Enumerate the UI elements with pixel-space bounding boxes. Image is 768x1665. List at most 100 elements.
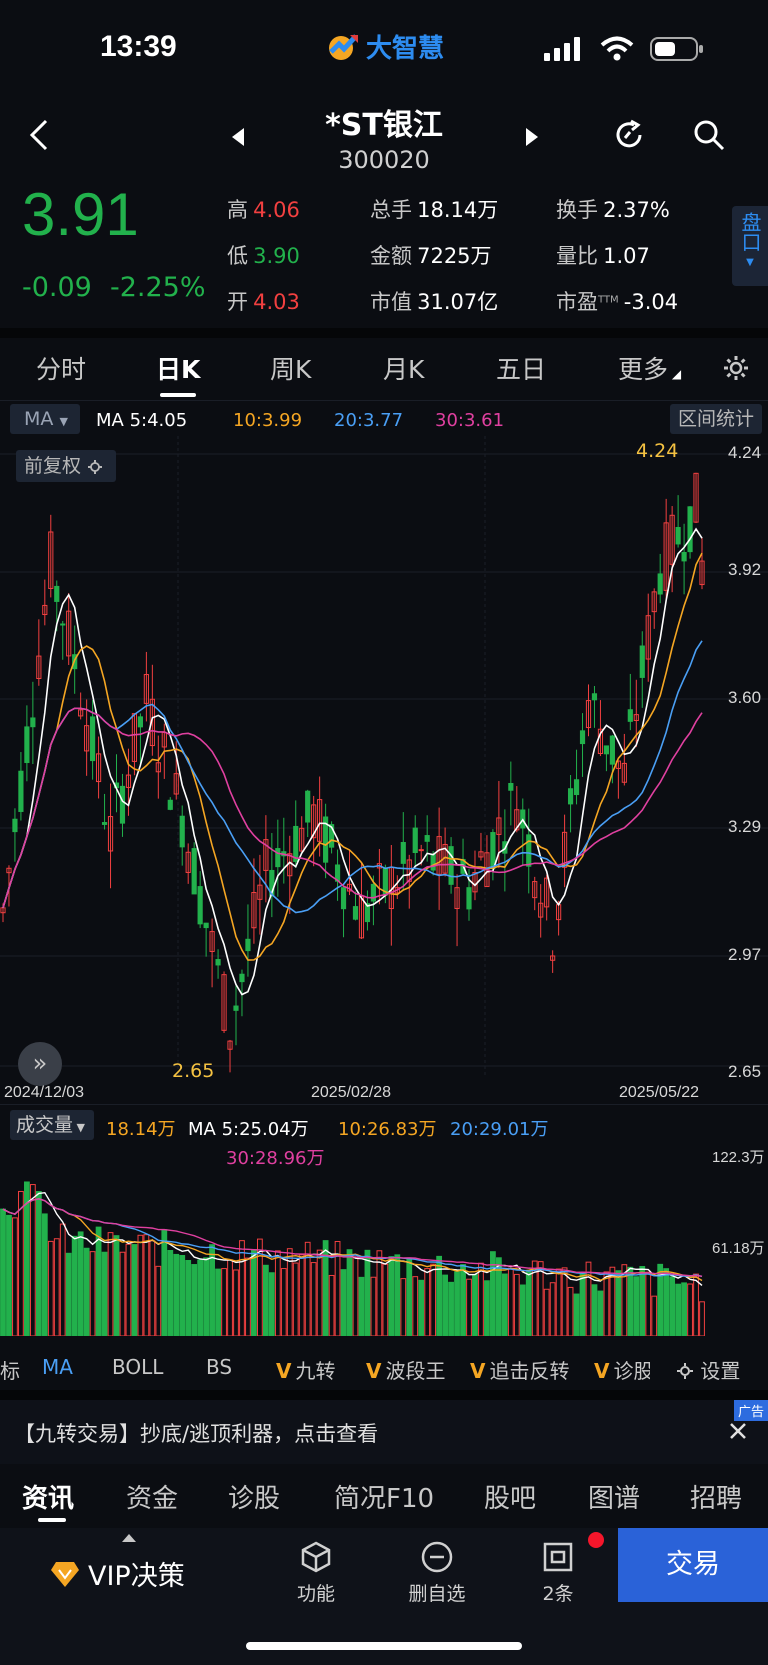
candle-body: [508, 782, 514, 791]
volume-bar: [513, 1273, 520, 1336]
volume-bar: [364, 1249, 371, 1336]
tab-graph[interactable]: 图谱: [588, 1478, 640, 1515]
price-axis-label: 3.60: [728, 688, 762, 707]
trade-button[interactable]: 交易: [618, 1528, 768, 1602]
candle-body: [687, 506, 693, 553]
ind-tab-ma[interactable]: MA: [42, 1355, 73, 1379]
expand-button[interactable]: »: [18, 1042, 62, 1086]
volume-bar: [645, 1271, 652, 1336]
volume-bar: [191, 1264, 198, 1336]
adjust-select[interactable]: 前复权: [16, 450, 116, 482]
vol-ma20-value: 20:29.01万: [450, 1119, 549, 1140]
volume-bar: [507, 1267, 514, 1336]
tab-forum[interactable]: 股吧: [484, 1478, 536, 1515]
volume-bar: [310, 1262, 317, 1336]
tab-jobs[interactable]: 招聘: [690, 1478, 742, 1515]
volume-bar: [101, 1251, 108, 1336]
volume-bar: [143, 1234, 150, 1336]
volume-bar: [442, 1274, 448, 1336]
volume-bar: [651, 1295, 658, 1336]
volume-bar: [543, 1288, 550, 1336]
indicator-select[interactable]: MA ▼: [10, 404, 80, 434]
volume-bar: [173, 1253, 180, 1336]
prev-stock-icon[interactable]: [232, 128, 244, 146]
volume-bar: [687, 1283, 693, 1336]
ind-tab-boduan[interactable]: V 波段王: [366, 1355, 445, 1384]
volume-bar: [245, 1257, 251, 1336]
range-stats-button[interactable]: 区间统计: [670, 404, 762, 434]
volume-indicator-select[interactable]: 成交量 ▼: [10, 1110, 94, 1140]
ind-tab-boll[interactable]: BOLL: [112, 1355, 163, 1379]
volume-bar: [137, 1234, 144, 1336]
volume-bar: [394, 1254, 401, 1336]
candle-body: [245, 938, 251, 952]
candle-body: [681, 552, 687, 562]
candle-body: [657, 573, 663, 595]
volume-bar: [155, 1265, 162, 1336]
quote-turnover: 换手 2.37%: [556, 198, 670, 222]
tab-five-day[interactable]: 五日: [496, 350, 546, 386]
volume-chart[interactable]: [0, 1140, 768, 1336]
tab-funds[interactable]: 资金: [126, 1478, 178, 1515]
stock-code: 300020: [338, 146, 430, 174]
tab-f10[interactable]: 简况F10: [334, 1478, 434, 1515]
volume-bar: [400, 1278, 407, 1336]
volume-bar: [125, 1243, 132, 1336]
candlestick-chart[interactable]: [0, 436, 768, 1076]
app-name: 大智慧: [366, 34, 445, 64]
volume-bar: [472, 1274, 478, 1336]
volume-bar: [501, 1273, 508, 1336]
alerts-button[interactable]: 2条: [518, 1540, 598, 1606]
tab-monthly-k[interactable]: 月K: [383, 350, 424, 386]
tab-news[interactable]: 资讯: [22, 1478, 74, 1515]
vol-ma10-value: 10:26.83万: [338, 1119, 437, 1140]
candle-body: [203, 922, 209, 929]
volume-bar: [233, 1269, 239, 1336]
candle-body: [24, 726, 30, 764]
price-axis-label: 3.29: [728, 817, 762, 836]
pankou-button[interactable]: 盘口 ▼: [732, 206, 768, 286]
date-label: 2024/12/03: [4, 1084, 85, 1101]
ind-tab-jiuzhuan[interactable]: V 九转: [276, 1355, 335, 1384]
tab-weekly-k[interactable]: 周K: [270, 350, 311, 386]
candle-body: [603, 745, 610, 755]
tab-intraday[interactable]: 分时: [36, 350, 86, 386]
function-button[interactable]: 功能: [276, 1540, 356, 1606]
ind-tab-bs[interactable]: BS: [206, 1355, 232, 1379]
vip-decision-button[interactable]: VIP决策: [50, 1554, 185, 1593]
candle-body: [400, 842, 406, 864]
remove-watchlist-button[interactable]: 删自选: [397, 1540, 477, 1606]
gear-icon: [724, 356, 748, 380]
volume-bar: [280, 1268, 287, 1336]
next-stock-icon[interactable]: [526, 128, 538, 146]
ind-tab-first[interactable]: 标: [0, 1355, 20, 1384]
candle-body: [418, 849, 424, 852]
volume-bar: [29, 1184, 36, 1336]
date-label: 2025/05/22: [619, 1084, 700, 1101]
volume-bar: [525, 1271, 532, 1336]
logo-icon: [329, 33, 358, 60]
volume-bar: [424, 1268, 431, 1336]
volume-bar: [406, 1257, 413, 1336]
tab-diagnosis[interactable]: 诊股: [228, 1478, 280, 1515]
tab-more[interactable]: 更多 ◢: [618, 350, 681, 386]
ind-tab-zhuiji[interactable]: V 追击反转: [470, 1355, 569, 1384]
volume-bar: [675, 1283, 682, 1336]
refresh-button[interactable]: [612, 118, 646, 156]
ind-tab-zhen[interactable]: V 诊股: [594, 1355, 650, 1384]
chart-settings-button[interactable]: [722, 354, 750, 386]
close-icon: [730, 1423, 746, 1439]
ind-settings-button[interactable]: 设置: [676, 1355, 740, 1384]
volume-bar: [89, 1251, 96, 1336]
ad-text[interactable]: 【九转交易】抄底/逃顶利器，点击查看: [14, 1418, 378, 1448]
tab-daily-k[interactable]: 日K: [156, 350, 200, 386]
volume-bar: [179, 1255, 186, 1336]
candle-body: [30, 717, 36, 728]
volume-bar: [466, 1278, 472, 1336]
search-button[interactable]: [692, 118, 726, 156]
volume-bar: [83, 1247, 90, 1336]
price-axis-label: 2.97: [728, 945, 762, 964]
ad-close-button[interactable]: [728, 1418, 748, 1448]
volume-bar: [251, 1249, 257, 1336]
current-price: 3.91: [22, 181, 139, 248]
